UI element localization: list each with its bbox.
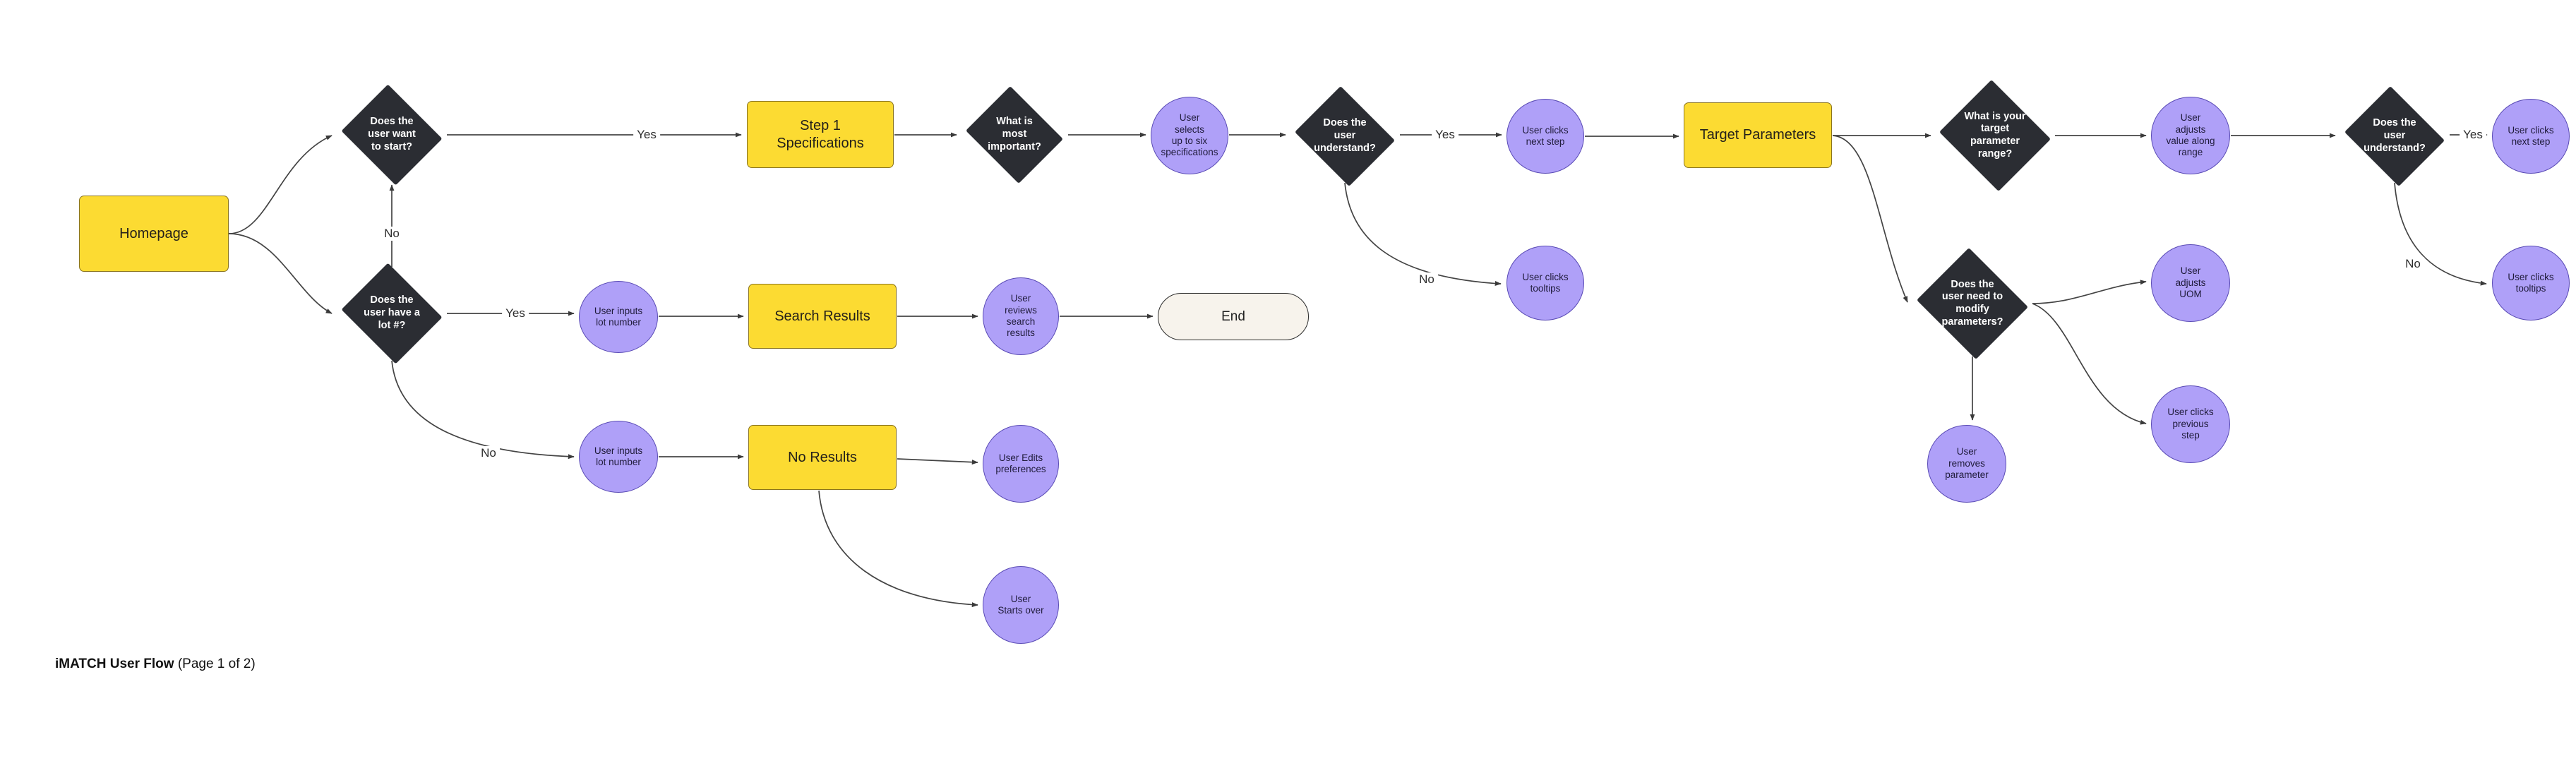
- node-starts_over[interactable]: User Starts over: [983, 566, 1059, 644]
- node-reviews_results[interactable]: User reviews search results: [983, 277, 1059, 355]
- edge-label-understand_1-to-clicks_tips_1: No: [1415, 272, 1438, 287]
- node-target_params[interactable]: Target Parameters: [1684, 102, 1832, 168]
- node-label: User removes parameter: [1945, 446, 1989, 481]
- node-label: User adjusts value along range: [2166, 112, 2215, 158]
- node-label: Homepage: [119, 225, 188, 241]
- node-label: Does the user understand?: [2364, 117, 2426, 154]
- node-label: User Starts over: [998, 593, 1044, 616]
- node-understand_1[interactable]: Does the user understand?: [1290, 86, 1399, 186]
- flowchart-canvas: Homepage Does the user want to start? Does…: [0, 0, 2576, 773]
- footer-page: (Page 1 of 2): [177, 657, 256, 671]
- node-label: User inputs lot number: [594, 305, 643, 328]
- edge-label-want_start-to-step1_specs: Yes: [633, 128, 660, 142]
- node-prev_step[interactable]: User clicks previous step: [2151, 385, 2230, 463]
- edge-label-have_lot-to-input_lot_2: No: [477, 446, 500, 460]
- footer-title: iMATCH User Flow: [55, 657, 174, 671]
- node-label: Target Parameters: [1699, 127, 1816, 143]
- edge-have_lot-to-input_lot_2: [391, 360, 575, 460]
- node-label: User reviews search results: [1005, 293, 1037, 339]
- node-input_lot_2[interactable]: User inputs lot number: [579, 421, 658, 493]
- node-most_important[interactable]: What is most important?: [961, 86, 1067, 184]
- node-label: Does the user need to modify parameters?: [1941, 278, 2003, 328]
- node-label: User clicks next step: [2508, 124, 2554, 147]
- node-edit_prefs[interactable]: User Edits preferences: [983, 425, 1059, 503]
- node-have_lot[interactable]: Does the user have a lot #?: [337, 263, 446, 364]
- node-label: Does the user have a lot #?: [364, 294, 420, 331]
- node-label: User inputs lot number: [594, 445, 643, 467]
- node-param_range[interactable]: What is your target parameter range?: [1936, 80, 2054, 191]
- node-label: Does the user want to start?: [368, 116, 416, 152]
- node-label: No Results: [788, 449, 857, 465]
- edge-target_params-to-modify_params: [1832, 135, 1908, 303]
- edge-label-have_lot-to-want_start: No: [381, 227, 403, 241]
- node-no_results[interactable]: No Results: [748, 425, 897, 490]
- node-label: What is your target parameter range?: [1964, 110, 2026, 160]
- edge-label-understand_2-to-clicks_next_2: Yes: [2460, 128, 2486, 142]
- node-step1_specs[interactable]: Step 1 Specifications: [747, 101, 894, 168]
- edge-no_results-to-edit_prefs: [897, 458, 978, 465]
- node-label: Does the user understand?: [1314, 117, 1376, 154]
- node-homepage[interactable]: Homepage: [79, 196, 229, 272]
- node-modify_params[interactable]: Does the user need to modify parameters?: [1913, 248, 2032, 359]
- edge-modify_params-to-prev_step: [2032, 303, 2147, 425]
- node-label: User Edits preferences: [995, 452, 1046, 474]
- node-label: User clicks tooltips: [2508, 271, 2554, 294]
- node-label: Search Results: [774, 308, 870, 324]
- node-label: End: [1221, 308, 1245, 324]
- node-clicks_tips_2[interactable]: User clicks tooltips: [2492, 246, 2570, 320]
- edge-label-have_lot-to-input_lot_1: Yes: [502, 306, 529, 320]
- footer-caption: iMATCH User Flow (Page 1 of 2): [55, 657, 256, 672]
- node-adjust_uom[interactable]: User adjusts UOM: [2151, 244, 2230, 322]
- node-understand_2[interactable]: Does the user understand?: [2340, 86, 2449, 186]
- edge-modify_params-to-adjust_uom: [2032, 280, 2147, 304]
- edge-no_results-to-starts_over: [818, 490, 978, 608]
- edge-homepage-to-want_start: [228, 135, 333, 234]
- node-end[interactable]: End: [1158, 293, 1309, 340]
- edge-homepage-to-have_lot: [228, 233, 333, 314]
- node-clicks_next_1[interactable]: User clicks next step: [1506, 99, 1584, 174]
- node-label: User adjusts UOM: [2175, 265, 2206, 300]
- node-label: Step 1 Specifications: [777, 118, 864, 151]
- node-label: User selects up to six specifications: [1161, 112, 1218, 158]
- node-label: User clicks previous step: [2167, 407, 2214, 441]
- node-selects_six[interactable]: User selects up to six specifications: [1151, 97, 1228, 174]
- node-clicks_tips_1[interactable]: User clicks tooltips: [1506, 246, 1584, 320]
- edge-label-understand_1-to-clicks_next_1: Yes: [1432, 128, 1458, 142]
- node-label: What is most important?: [988, 116, 1041, 152]
- node-input_lot_1[interactable]: User inputs lot number: [579, 281, 658, 353]
- node-search_results[interactable]: Search Results: [748, 284, 897, 349]
- edge-label-understand_2-to-clicks_tips_2: No: [2402, 257, 2424, 271]
- node-remove_param[interactable]: User removes parameter: [1927, 425, 2006, 503]
- node-label: User clicks next step: [1522, 124, 1569, 147]
- node-adjust_value[interactable]: User adjusts value along range: [2151, 97, 2230, 174]
- node-want_start[interactable]: Does the user want to start?: [337, 84, 446, 186]
- node-label: User clicks tooltips: [1522, 271, 1569, 294]
- edge-understand_1-to-clicks_tips_1: [1344, 182, 1502, 286]
- node-clicks_next_2[interactable]: User clicks next step: [2492, 99, 2570, 174]
